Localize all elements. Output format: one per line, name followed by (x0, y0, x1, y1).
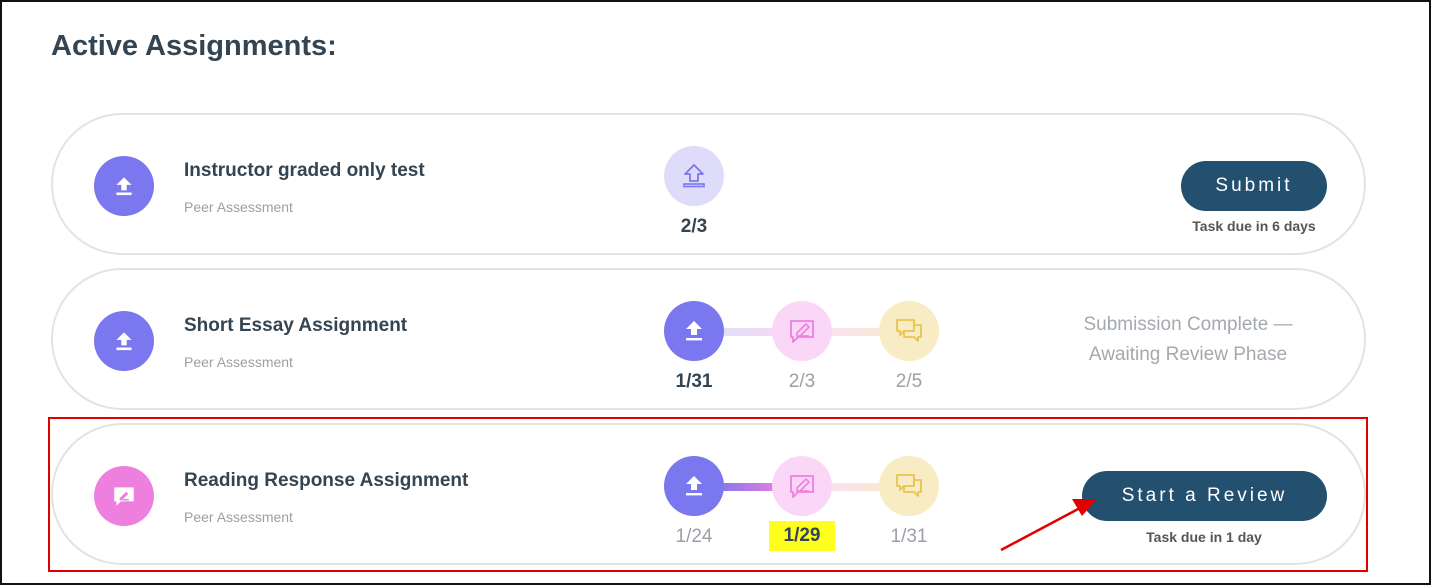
feedback-icon (879, 301, 939, 361)
upload-icon (664, 301, 724, 361)
assignment-card-reading-response[interactable]: Reading Response Assignment Peer Assessm… (51, 423, 1366, 565)
assignment-card-instructor-graded[interactable]: Instructor graded only test Peer Assessm… (51, 113, 1366, 255)
upload-icon (94, 311, 154, 371)
stage-count-submission: 1/24 (675, 526, 713, 547)
assignment-name[interactable]: Short Essay Assignment (184, 315, 407, 337)
stage-count-feedback: 1/31 (890, 526, 928, 547)
stage-count-review-highlighted: 1/29 (769, 521, 835, 551)
submit-button[interactable]: Submit (1181, 161, 1327, 211)
upload-icon (664, 456, 724, 516)
assignment-name[interactable]: Instructor graded only test (184, 160, 425, 182)
upload-icon (94, 156, 154, 216)
stage-count-submission: 1/31 (675, 371, 713, 392)
page-title: Active Assignments: (51, 30, 337, 62)
review-icon (772, 456, 832, 516)
upload-icon (664, 146, 724, 206)
status-line: Submission Complete — (1083, 314, 1293, 335)
status-message: Submission Complete — Awaiting Review Ph… (1063, 310, 1313, 370)
due-date: Task due in 6 days (1192, 218, 1316, 234)
stage-count-review: 2/3 (788, 371, 816, 392)
feedback-icon (879, 456, 939, 516)
assignment-card-short-essay[interactable]: Short Essay Assignment Peer Assessment 1… (51, 268, 1366, 410)
assignment-name[interactable]: Reading Response Assignment (184, 470, 468, 492)
assignment-type: Peer Assessment (184, 199, 293, 215)
status-line: Awaiting Review Phase (1088, 344, 1288, 365)
assignment-type: Peer Assessment (184, 354, 293, 370)
stage-count-feedback: 2/5 (895, 371, 923, 392)
stage-count-submission: 2/3 (680, 216, 708, 237)
review-icon (772, 301, 832, 361)
review-icon (94, 466, 154, 526)
assignment-type: Peer Assessment (184, 509, 293, 525)
start-review-button[interactable]: Start a Review (1082, 471, 1327, 521)
due-date: Task due in 1 day (1146, 529, 1262, 545)
